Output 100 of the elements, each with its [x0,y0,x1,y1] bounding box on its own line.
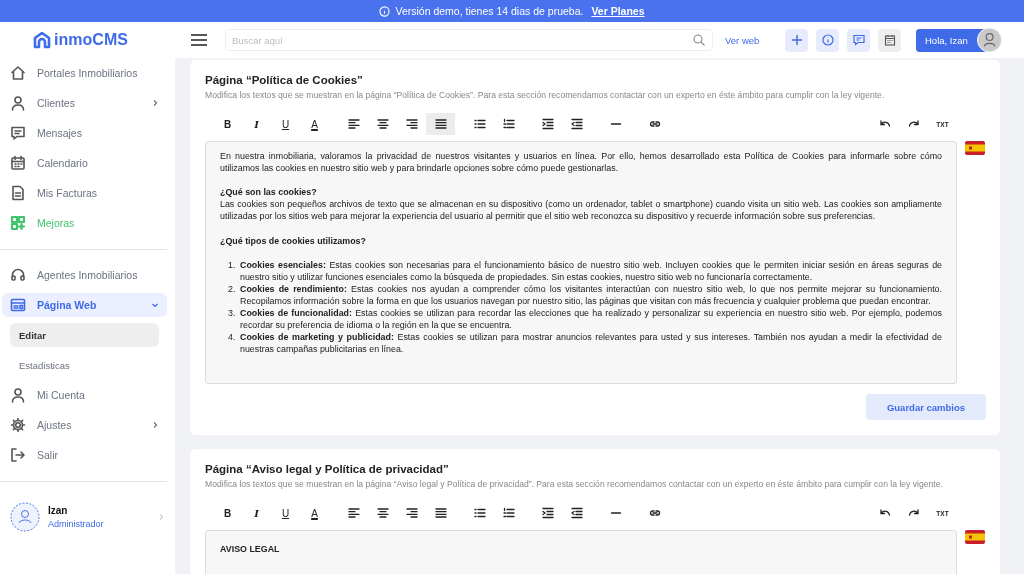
save-button[interactable]: Guardar cambios [866,394,986,421]
logo-text: inmoCMS [54,31,128,49]
editor-heading: ¿Qué son las cookies? [220,186,318,199]
item-label: Agentes Inmobiliarios [37,269,139,281]
format-button[interactable]: B [213,113,242,136]
justify-icon[interactable] [434,118,447,131]
align-right-icon[interactable] [405,118,418,131]
logout-icon [10,447,26,463]
format-button[interactable]: I [242,502,271,525]
headset-icon [10,267,26,283]
outdent-icon[interactable] [570,118,583,131]
item-label: Mis Facturas [37,187,99,199]
user-menu-button[interactable]: Hola, Izan [916,28,1000,52]
info-icon [821,34,834,46]
info-button[interactable] [816,28,840,52]
item-label: Mensajes [37,127,83,139]
list-item: Cookies de rendimiento: Estas cookies nos ayudan a comprender cómo los visitantes interactúan con nuestro sitio web, lo que nos permite mejorar su funcionamiento. Recopilamos información sobre la forma en que los usuarios navegan por nuestro sitio, las páginas que visitan con más frecuencia y cualquier problema que puedan encontrar. [240,282,942,308]
avatar-icon [976,27,1002,53]
align-left-icon[interactable] [347,118,360,131]
align-center-icon[interactable] [376,507,389,520]
format-button[interactable]: I [242,113,271,136]
editor-paragraph: En nuestra inmobiliaria, valoramos la privacidad de nuestros visitantes y usuarios en línea. Por ello, hemos desarrollado esta Política de Cookies para informarle sobre cómo utilizamos las cookies en nuestro sitio web y para brindarle opciones sobre cómo puede gestionarlas. [220,150,942,175]
add-button[interactable] [785,28,809,52]
card-title: Página “Política de Cookies” [205,74,364,86]
list-number: 1. [228,258,237,272]
sidebar-item[interactable]: Página Web [2,293,167,317]
document-icon [10,185,26,201]
logo-icon [33,31,52,49]
card-title: Página “Aviso legal y Política de privacidad” [205,463,450,476]
list-item: Cookies de funcionalidad: Estas cookies se utilizan para recordar las elecciones que ha realizado y personalizar su experiencia en nuestro sitio web. Por ejemplo, podemos recordar su preferencia de idioma o la región en la que se encuentra. [240,307,942,332]
browser-icon [10,297,26,313]
format-button[interactable]: B [213,502,242,525]
list-number: 2. [228,282,237,296]
sidebar-item[interactable]: Clientes [2,91,167,115]
flag-icon[interactable] [965,530,985,545]
item-label: Portales Inmobiliarios [37,67,139,79]
sidebar-item[interactable]: Calendario [2,151,167,175]
search-icon [693,34,705,46]
format-button[interactable]: U [271,113,300,136]
submenu-item[interactable]: Editar [10,323,159,347]
justify-icon[interactable] [434,507,447,520]
sidebar-item[interactable]: Ajustes [2,413,167,437]
sidebar-item[interactable]: Mi Cuenta [2,383,167,407]
user-icon [10,387,26,403]
avatar-icon [10,502,40,532]
editor-heading: AVISO LEGAL [220,543,281,556]
banner-text: Versión demo, tienes 14 dias de prueba. [395,5,584,17]
bullet-list-icon[interactable] [473,118,486,131]
text-editor[interactable]: AVISO LEGAL [205,530,957,574]
item-label: Página Web [37,299,98,311]
sidebar-item[interactable]: Portales Inmobiliarios [2,61,167,85]
flag-icon[interactable] [965,141,985,156]
search-field[interactable]: Buscar aquí [225,29,713,51]
text-editor[interactable] [205,141,957,385]
list-number: 4. [228,331,237,345]
numbered-list-icon[interactable] [502,507,515,520]
bullet-list-icon[interactable] [473,507,486,520]
format-button[interactable]: U [271,502,300,525]
sidebar-item[interactable]: Agentes Inmobiliarios [2,263,167,287]
plus-icon [791,35,802,45]
item-label: Mi Cuenta [37,389,86,401]
sidebar-item[interactable]: Mensajes [2,121,167,145]
calendar-button[interactable] [878,28,902,52]
editor-heading: ¿Qué tipos de cookies utilizamos? [220,234,367,247]
outdent-icon[interactable] [570,507,583,520]
message-icon [852,34,865,46]
info-icon [379,5,391,17]
list-number: 3. [228,307,237,321]
item-label: Salir [37,449,59,461]
indent-icon[interactable] [541,118,554,131]
house-icon [10,65,26,81]
messages-button[interactable] [847,28,871,52]
view-web-link[interactable]: Ver web [725,34,760,46]
card-description: Modifica los textos que se muestran en la página “Aviso legal y Política de privacidad”. Para esta sección recomendamos contactar con un experto en éste ámbito para cumplir con la ley vigente. [205,478,944,491]
list-item: Cookies esenciales: Estas cookies son necesarias para el funcionamiento básico de nuestro sitio web. Incluyen cookies que le permiten iniciar sesión en áreas seguras de nuestro sitio y utilizar funciones esenciales como la búsqueda de propiedades. Sin estas cookies, nuestro sitio web no funcionaría correctamente. [240,258,942,283]
sidebar-item[interactable]: Salir [2,443,167,467]
align-right-icon[interactable] [405,507,418,520]
message-icon [10,125,26,141]
numbered-list-icon[interactable] [502,118,515,131]
card-description: Modifica los textos que se muestran en la página “Política de Cookies”. Para esta sección recomendamos contactar con un experto en éste ámbito para cumplir con la ley vigente. [205,89,886,102]
list-item: Cookies de marketing y publicidad: Estas cookies se utilizan para mostrar anuncios relevantes para usted y sus intereses. También nos ayudan a medir la efectividad de nuestras campañas publicitarias en línea. [240,331,942,356]
item-label: Mejoras [37,217,76,229]
menu-icon[interactable] [191,34,207,46]
item-label: Clientes [37,97,76,109]
align-center-icon[interactable] [376,118,389,131]
submenu-item[interactable]: Estadisticas [10,353,159,377]
user-icon [10,95,26,111]
toolbar-button[interactable] [426,113,455,136]
editor-paragraph: Las cookies son pequeños archivos de texto que se almacenan en su dispositivo (como un ordenador, tablet o smartphone) cuando visita un sitio web. Las cookies son ampliamente utilizadas por los sitios web para mejorar la experiencia del usuario al permitir que el sitio web reconozca su dispositivo y recuerde información sobre sus preferencias. [220,198,942,223]
settings-icon [10,417,26,433]
user-name: Izan [48,505,69,516]
user-role: Administrador [48,519,105,529]
sidebar-item[interactable]: Mis Facturas [2,181,167,205]
align-left-icon[interactable] [347,507,360,520]
plans-link[interactable]: Ver Planes [591,5,645,17]
calendar-icon [883,34,896,46]
calendar-icon [10,155,26,171]
format-button[interactable]: A [300,113,329,136]
indent-icon[interactable] [541,507,554,520]
format-button[interactable]: A [300,502,329,525]
